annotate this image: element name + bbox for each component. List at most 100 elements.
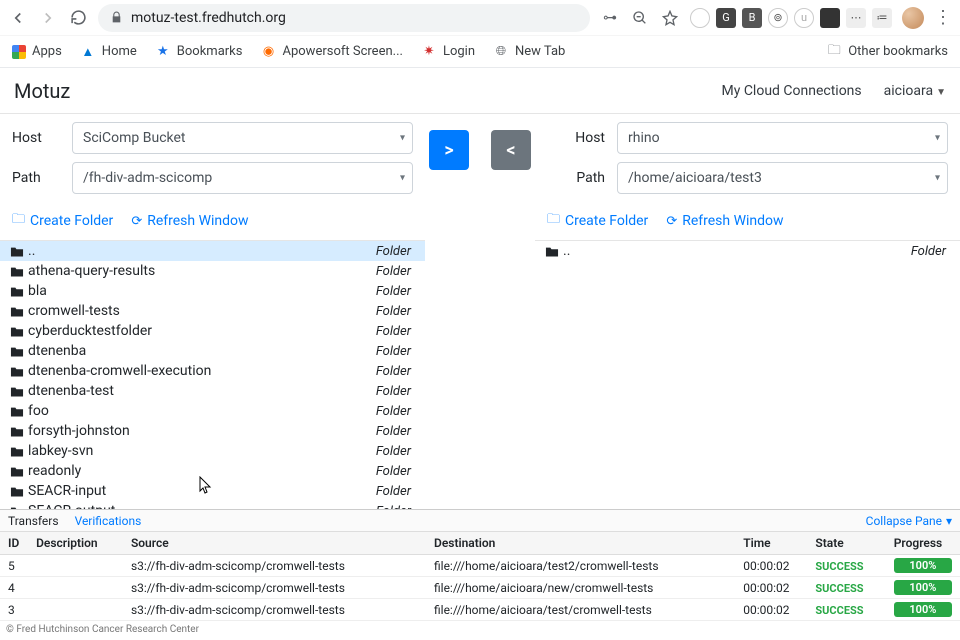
ext-icon-1[interactable] [690, 8, 710, 28]
panes: Host ▾ Path ▾ 🗀 Create Folder ⟳ [0, 114, 960, 509]
transfer-left-button[interactable]: < [491, 130, 531, 170]
folder-icon [10, 466, 28, 477]
ext-icon-3[interactable]: B [742, 8, 762, 28]
file-row[interactable]: dtenenba-cromwell-executionFolder [0, 361, 425, 381]
bookmark-label: Home [102, 44, 137, 59]
th-destination[interactable]: Destination [426, 532, 735, 555]
file-row[interactable]: labkey-svnFolder [0, 441, 425, 461]
th-id[interactable]: ID [0, 532, 28, 555]
ext-icon-5[interactable]: u [794, 8, 814, 28]
transfer-right-button[interactable]: > [429, 130, 469, 170]
file-row[interactable]: dtenenba-testFolder [0, 381, 425, 401]
file-row[interactable]: fooFolder [0, 401, 425, 421]
file-name: cyberducktestfolder [28, 323, 376, 339]
transfer-row[interactable]: 3s3://fh-div-adm-scicomp/cromwell-testsf… [0, 599, 960, 621]
cell-time: 00:00:02 [735, 555, 807, 577]
folder-icon [10, 306, 28, 317]
forward-button[interactable] [38, 8, 58, 28]
refresh-label: Refresh Window [147, 213, 248, 229]
file-row[interactable]: forsyth-johnstonFolder [0, 421, 425, 441]
bookmark-apowersoft[interactable]: ◉ Apowersoft Screen... [260, 44, 402, 60]
bookmark-bookmarks[interactable]: ★ Bookmarks [155, 44, 243, 60]
th-description[interactable]: Description [28, 532, 123, 555]
cell-description [28, 599, 123, 621]
transfer-row[interactable]: 5s3://fh-div-adm-scicomp/cromwell-testsf… [0, 555, 960, 577]
ext-icon-2[interactable]: G [716, 8, 736, 28]
cell-description [28, 555, 123, 577]
file-type: Folder [376, 404, 415, 419]
folder-icon [10, 366, 28, 377]
file-row[interactable]: SEACR-inputFolder [0, 481, 425, 501]
right-file-list[interactable]: ..Folder [535, 241, 960, 509]
key-icon[interactable]: ⊶ [600, 8, 620, 28]
zoom-icon[interactable] [630, 8, 650, 28]
path-input[interactable] [617, 162, 948, 194]
create-folder-button[interactable]: 🗀 Create Folder [12, 210, 113, 232]
transfer-buttons: > < [425, 114, 535, 509]
collapse-label: Collapse Pane [866, 514, 942, 528]
back-button[interactable] [8, 8, 28, 28]
address-bar[interactable]: motuz-test.fredhutch.org [98, 4, 590, 32]
file-name: bla [28, 283, 376, 299]
url-text: motuz-test.fredhutch.org [131, 10, 286, 26]
app-title: Motuz [14, 79, 70, 103]
ext-icon-4[interactable]: ⊚ [768, 8, 788, 28]
ext-icon-7[interactable]: ⋯ [846, 8, 866, 28]
host-select[interactable] [72, 122, 413, 154]
other-bookmarks[interactable]: 🗀 Other bookmarks [826, 44, 948, 60]
file-type: Folder [376, 504, 415, 510]
bookmark-login[interactable]: ✷ Login [421, 44, 475, 60]
file-row[interactable]: cyberducktestfolderFolder [0, 321, 425, 341]
cloud-connections-link[interactable]: My Cloud Connections [722, 83, 862, 99]
ext-icon-8[interactable]: ≔ [872, 8, 892, 28]
th-state[interactable]: State [807, 532, 885, 555]
bookmark-label: Login [443, 44, 475, 59]
bookmark-home[interactable]: ▲ Home [80, 44, 137, 60]
file-name: .. [28, 243, 376, 259]
file-row[interactable]: ..Folder [0, 241, 425, 261]
refresh-button[interactable]: ⟳ Refresh Window [666, 210, 783, 232]
bookmarks-bar: Apps ▲ Home ★ Bookmarks ◉ Apowersoft Scr… [0, 36, 960, 68]
tab-verifications[interactable]: Verifications [75, 514, 142, 528]
profile-avatar[interactable] [902, 7, 924, 29]
file-row[interactable]: dtenenbaFolder [0, 341, 425, 361]
file-type: Folder [376, 484, 415, 499]
file-row[interactable]: readonlyFolder [0, 461, 425, 481]
file-row[interactable]: ..Folder [535, 241, 960, 261]
file-row[interactable]: cromwell-testsFolder [0, 301, 425, 321]
file-name: foo [28, 403, 376, 419]
create-folder-label: Create Folder [30, 213, 113, 229]
browser-menu-icon[interactable]: ⋮ [934, 7, 952, 28]
host-select[interactable] [617, 122, 948, 154]
file-name: labkey-svn [28, 443, 376, 459]
path-input[interactable] [72, 162, 413, 194]
folder-icon [545, 246, 563, 257]
tab-transfers[interactable]: Transfers [8, 514, 59, 528]
folder-plus-icon: 🗀 [12, 210, 25, 232]
left-file-list[interactable]: ..Folderathena-query-resultsFolderblaFol… [0, 241, 425, 509]
cell-time: 00:00:02 [735, 577, 807, 599]
th-time[interactable]: Time [735, 532, 807, 555]
refresh-icon: ⟳ [131, 214, 142, 229]
reload-button[interactable] [68, 8, 88, 28]
file-row[interactable]: athena-query-resultsFolder [0, 261, 425, 281]
bookmark-newtab[interactable]: 🌐︎ New Tab [493, 44, 565, 60]
file-row[interactable]: SEACR-outputFolder [0, 501, 425, 509]
star-icon[interactable] [660, 8, 680, 28]
folder-icon [10, 486, 28, 497]
user-menu[interactable]: aicioara▼ [884, 83, 946, 99]
host-label: Host [547, 130, 617, 146]
chevron-down-icon: ▾ [946, 514, 952, 528]
th-source[interactable]: Source [123, 532, 426, 555]
file-type: Folder [376, 424, 415, 439]
create-folder-button[interactable]: 🗀 Create Folder [547, 210, 648, 232]
th-progress[interactable]: Progress [886, 532, 960, 555]
file-row[interactable]: blaFolder [0, 281, 425, 301]
file-type: Folder [376, 244, 415, 259]
bookmark-apps[interactable]: Apps [12, 44, 62, 59]
collapse-pane-button[interactable]: Collapse Pane ▾ [866, 514, 952, 528]
transfer-row[interactable]: 4s3://fh-div-adm-scicomp/cromwell-testsf… [0, 577, 960, 599]
refresh-button[interactable]: ⟳ Refresh Window [131, 210, 248, 232]
cell-state: SUCCESS [807, 555, 885, 577]
ext-icon-6[interactable] [820, 8, 840, 28]
